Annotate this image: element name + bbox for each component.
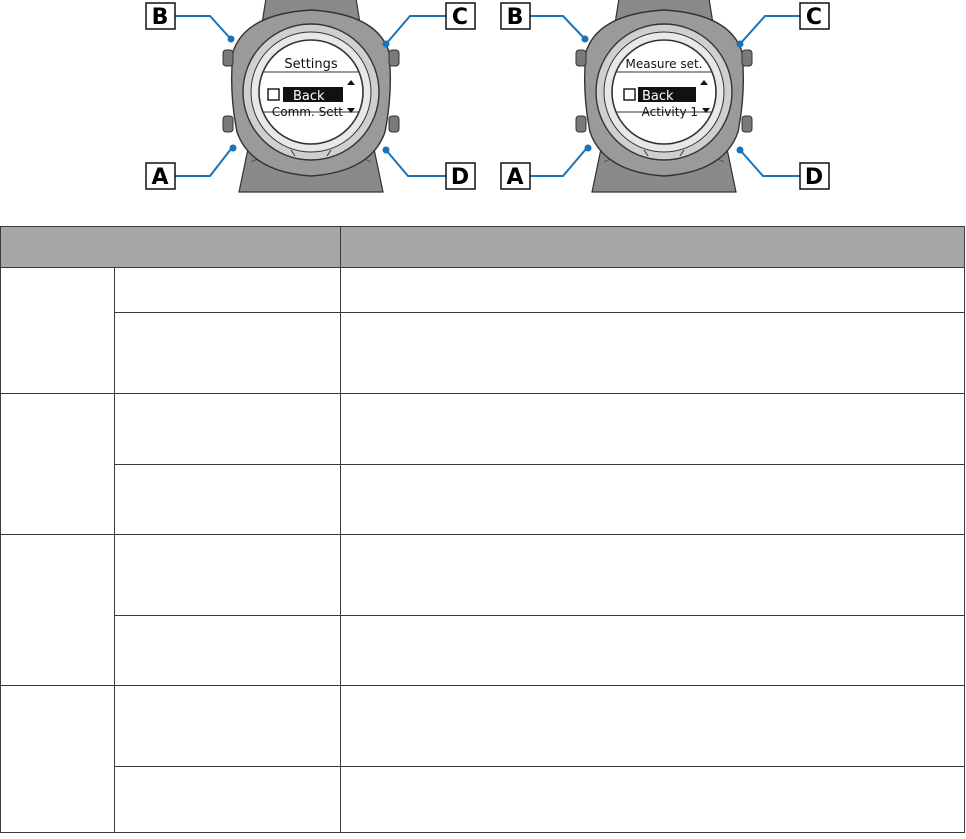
button-function-table-container xyxy=(0,226,966,833)
svg-text:D: D xyxy=(451,165,469,190)
svg-text:C: C xyxy=(452,5,468,30)
description-cell xyxy=(340,312,965,394)
screen-next-item: Activity 1 xyxy=(642,105,698,119)
button-function-table xyxy=(0,226,965,833)
description-cell xyxy=(340,615,965,686)
operation-cell xyxy=(114,534,341,616)
operation-cell xyxy=(114,312,341,394)
table-row xyxy=(0,534,965,686)
button-label-b-right: B xyxy=(500,2,531,30)
header-button-column xyxy=(0,226,341,268)
description-cell xyxy=(340,534,965,616)
table-row xyxy=(1,766,965,833)
back-icon xyxy=(623,88,636,101)
description-cell xyxy=(340,267,965,313)
svg-text:C: C xyxy=(806,5,822,30)
operation-cell xyxy=(114,393,341,465)
screen-title: Measure set. xyxy=(626,57,703,71)
back-icon xyxy=(267,88,280,101)
button-label-a-left: A xyxy=(145,162,176,190)
screen-selected-item: Back xyxy=(642,89,674,104)
table-row xyxy=(1,615,965,686)
description-cell xyxy=(340,685,965,767)
button-label-a-right: A xyxy=(500,162,531,190)
operation-cell xyxy=(114,615,341,686)
button-label-d-left: D xyxy=(445,162,476,190)
watch-button-diagram: Settings Back Comm. Sett Measure set. Ba… xyxy=(145,0,830,193)
table-row xyxy=(1,312,965,394)
svg-text:D: D xyxy=(805,165,823,190)
operation-cell xyxy=(114,685,341,767)
button-cell xyxy=(0,534,115,686)
table-row xyxy=(0,267,965,394)
button-label-d-right: D xyxy=(799,162,830,190)
button-label-b-left: B xyxy=(145,2,176,30)
table-row xyxy=(0,393,965,535)
svg-text:B: B xyxy=(507,5,524,30)
svg-text:A: A xyxy=(506,165,523,190)
header-description-column xyxy=(340,226,965,268)
svg-text:A: A xyxy=(151,165,168,190)
button-label-c-left: C xyxy=(445,2,476,30)
button-cell xyxy=(0,685,115,833)
screen-next-item: Comm. Sett xyxy=(272,105,343,119)
button-label-c-right: C xyxy=(799,2,830,30)
button-cell xyxy=(0,393,115,535)
description-cell xyxy=(340,393,965,465)
watch-right: Measure set. Back Activity 1 xyxy=(575,0,753,193)
table-row xyxy=(0,685,965,833)
table-header-row xyxy=(0,226,965,268)
description-cell xyxy=(340,464,965,535)
screen-title: Settings xyxy=(284,57,338,72)
screen-selected-item: Back xyxy=(293,89,325,104)
watch-left: Settings Back Comm. Sett xyxy=(222,0,400,193)
table-row xyxy=(1,464,965,535)
operation-cell xyxy=(114,267,341,313)
svg-text:B: B xyxy=(152,5,169,30)
operation-cell xyxy=(114,464,341,535)
description-cell xyxy=(340,766,965,833)
button-cell xyxy=(0,267,115,394)
operation-cell xyxy=(114,766,341,833)
